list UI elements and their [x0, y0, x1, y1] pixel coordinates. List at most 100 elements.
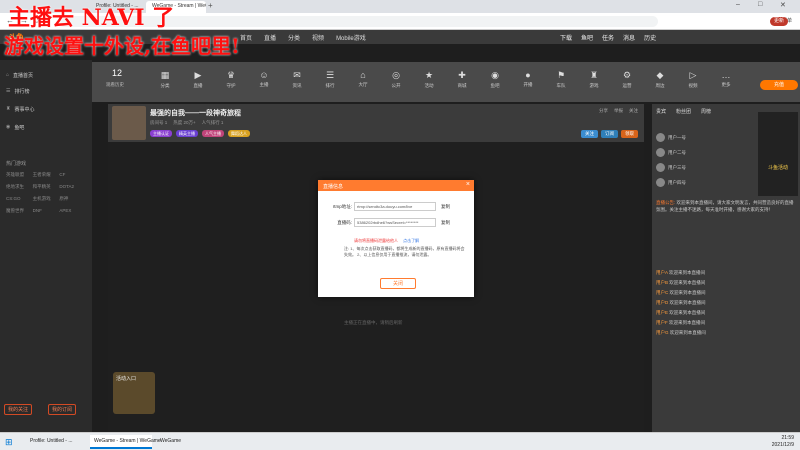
recharge-button[interactable]: 充值 [760, 80, 798, 90]
report-link[interactable]: 举报 [614, 108, 623, 114]
copy-rtmp-button[interactable]: 复制 [441, 204, 450, 210]
claim-button[interactable]: 领取 [621, 130, 638, 138]
taskbar-app[interactable]: WeGame [156, 435, 206, 449]
minimize-icon[interactable]: – [736, 1, 740, 8]
chat-user[interactable]: 用户B [656, 280, 668, 285]
sidebar-game[interactable]: APEX [59, 208, 86, 214]
category-item[interactable]: ⌂ 大厅 [350, 70, 376, 88]
rtmp-field[interactable]: rtmp://sendtc3a.douyu.com/live [354, 202, 436, 211]
sidebar-game[interactable]: 主机游戏 [33, 196, 60, 202]
category-item[interactable]: ▷ 视频 [680, 70, 706, 89]
chat-user[interactable]: 用户D [656, 300, 668, 305]
rank-icon: ☰ [6, 88, 11, 94]
chat-user[interactable]: 用户F [656, 320, 668, 325]
header-icon-link[interactable]: 消息 [623, 33, 635, 42]
follow-link[interactable]: 关注 [629, 108, 638, 114]
maximize-icon[interactable]: □ [758, 1, 762, 8]
category-item[interactable]: ◎ 公开 [383, 70, 409, 89]
new-tab-button[interactable]: + [208, 1, 213, 10]
stream-key-label: 直播码: [337, 219, 352, 225]
category-item[interactable]: ♜ 游戏 [581, 70, 607, 89]
nav-link[interactable]: Mobile游戏 [336, 33, 366, 42]
header-icon-link[interactable]: 任务 [602, 33, 614, 42]
streamer-avatar[interactable] [112, 106, 146, 140]
sidebar-game[interactable]: 英雄联盟 [6, 172, 33, 178]
profile-update-button[interactable]: 更新 [770, 17, 788, 26]
sidebar-game[interactable]: 魔兽世界 [6, 208, 33, 214]
category-icon: ◉ [491, 70, 499, 80]
sidebar-item-events[interactable]: ♜ 赛事中心 [6, 106, 35, 113]
chat-user[interactable]: 用户A [656, 270, 668, 275]
sidebar-item-home[interactable]: ⌂ 直播首页 [6, 72, 33, 79]
dialog-close-button[interactable]: 关闭 [380, 278, 416, 289]
clock-time: 21:59 [781, 435, 794, 441]
category-label: 资讯 [292, 83, 302, 88]
category-item[interactable]: ● 开播 [515, 70, 541, 88]
my-subscription-button[interactable]: 我的订阅 [48, 404, 77, 415]
taskbar-app[interactable]: Profile: Untitled - ... [26, 435, 86, 449]
room-tag[interactable]: 舞蹈达人 [228, 130, 250, 137]
windows-start-icon[interactable]: ⊞ [5, 437, 13, 448]
tab-vip[interactable]: 贵宾 [656, 108, 666, 115]
category-item[interactable]: ☺ 主播 [251, 70, 277, 88]
follow-button[interactable]: 关注 [581, 130, 598, 138]
rank-row[interactable]: 用户三号 [656, 160, 744, 175]
sidebar-game[interactable]: CS:GO [6, 196, 33, 202]
header-icon-link[interactable]: 下载 [560, 33, 572, 42]
ad-banner[interactable]: 斗鱼活动 [758, 112, 798, 196]
category-item[interactable]: ⚙ 运营 [614, 70, 640, 89]
nav-link[interactable]: 分类 [288, 33, 300, 42]
sidebar-game[interactable]: 绝地求生 [6, 184, 33, 190]
sidebar-game[interactable]: CF [59, 172, 86, 178]
room-tag[interactable]: 精英主播 [176, 130, 198, 137]
header-icon-link[interactable]: 历史 [644, 33, 656, 42]
learn-more-link[interactable]: 点击了解 [403, 238, 419, 243]
sidebar-game[interactable]: 和平精英 [33, 184, 60, 190]
category-item[interactable]: ◉ 鱼吧 [482, 70, 508, 89]
stream-key-field[interactable]: 5386202rbdhe6?wsSecret=******** [354, 218, 436, 227]
category-icon: ▷ [689, 70, 697, 80]
category-item[interactable]: ♛ 守护 [218, 70, 244, 89]
category-item[interactable]: ★ 活动 [416, 70, 442, 89]
category-item[interactable]: ◆ 周边 [647, 70, 673, 89]
nav-link[interactable]: 视频 [312, 33, 324, 42]
taskbar-app-active[interactable]: WeGame - Stream | WeGame [90, 435, 161, 449]
avatar [656, 163, 665, 172]
room-tag[interactable]: 主播认证 [150, 130, 172, 137]
rank-row[interactable]: 用户四号 [656, 175, 744, 190]
chat-user[interactable]: 用户E [656, 310, 668, 315]
copy-key-button[interactable]: 复制 [441, 220, 450, 226]
taskbar-clock[interactable]: 21:59 2021/12/9 [772, 435, 794, 449]
category-item[interactable]: … 更多 [713, 70, 739, 88]
nav-link[interactable]: 直播 [264, 33, 276, 42]
chat-user[interactable]: 用户C [656, 290, 668, 295]
my-follow-button[interactable]: 我的关注 [4, 404, 33, 415]
promo-card[interactable]: 活动入口 [113, 372, 155, 414]
tab-weekly[interactable]: 周榜 [701, 108, 711, 115]
chat-user[interactable]: 用户G [656, 330, 669, 335]
sidebar-game[interactable]: 王者荣耀 [33, 172, 60, 178]
sidebar-game[interactable]: 原神 [59, 196, 86, 202]
rank-row[interactable]: 用户二号 [656, 145, 744, 160]
category-item[interactable]: ⚑ 车队 [548, 70, 574, 89]
category-item[interactable]: ☰ 排行 [317, 70, 343, 89]
sidebar-item-fishbar[interactable]: ◉ 鱼吧 [6, 124, 24, 131]
room-meta-item: 人气排行 1 [201, 120, 224, 125]
header-icon-link[interactable]: 鱼吧 [581, 33, 593, 42]
category-item[interactable]: ▶ 直播 [185, 70, 211, 89]
category-item[interactable]: ✉ 资讯 [284, 70, 310, 89]
category-item[interactable]: ✚ 商城 [449, 70, 475, 89]
nav-link[interactable]: 首页 [240, 33, 252, 42]
history-label[interactable]: 观看历史 [106, 82, 124, 88]
dialog-close-icon[interactable]: × [466, 181, 470, 188]
sidebar-game[interactable]: DNF [33, 208, 60, 214]
close-icon[interactable]: ✕ [780, 1, 786, 9]
tab-fans[interactable]: 粉丝团 [676, 108, 691, 115]
rank-row[interactable]: 用户一号 [656, 130, 744, 145]
room-tag[interactable]: 人气主播 [202, 130, 224, 137]
sidebar-item-rank[interactable]: ☰ 排行榜 [6, 88, 30, 95]
subscribe-button[interactable]: 订阅 [601, 130, 618, 138]
sidebar-game[interactable]: DOTA2 [59, 184, 86, 190]
share-link[interactable]: 分享 [599, 108, 608, 114]
category-item[interactable]: ▦ 分类 [152, 70, 178, 89]
